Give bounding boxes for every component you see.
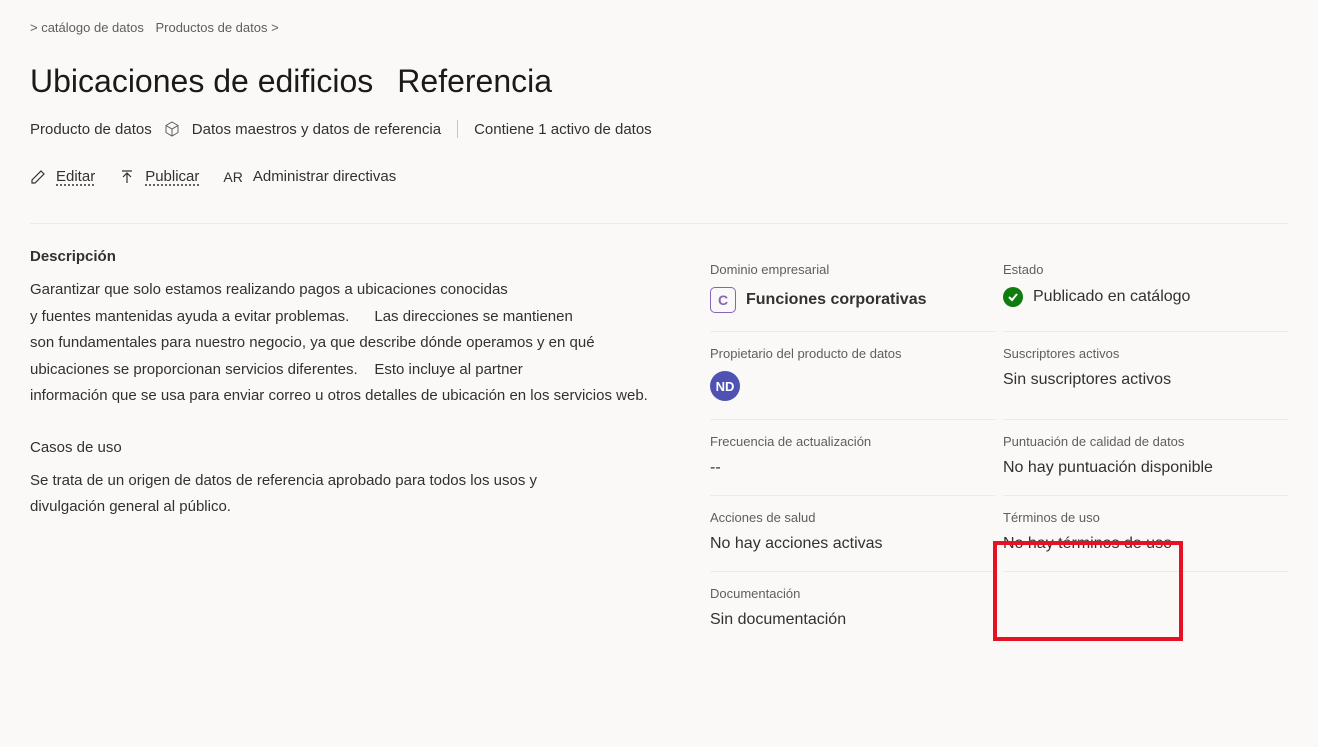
ar-badge: AR xyxy=(223,169,242,185)
info-health-value: No hay acciones activas xyxy=(710,535,995,553)
edit-label: Editar xyxy=(56,168,95,185)
info-owner-label: Propietario del producto de datos xyxy=(710,346,995,361)
pencil-icon xyxy=(30,169,46,185)
info-health: Acciones de salud No hay acciones activa… xyxy=(710,496,995,572)
page-subtitle: Referencia xyxy=(397,63,552,100)
info-status: Estado Publicado en catálogo xyxy=(1003,248,1288,332)
info-docs-label: Documentación xyxy=(710,586,995,601)
info-subscribers-label: Suscriptores activos xyxy=(1003,346,1288,361)
info-terms-value: No hay términos de uso xyxy=(1003,535,1288,553)
breadcrumb-products[interactable]: Productos de datos > xyxy=(155,20,278,35)
usecases-text: Se trata de un origen de datos de refere… xyxy=(30,468,670,520)
meta-category: Datos maestros y datos de referencia xyxy=(192,121,441,138)
info-owner: Propietario del producto de datos ND xyxy=(710,332,995,420)
info-domain-value: Funciones corporativas xyxy=(746,291,927,309)
manage-policies-button[interactable]: AR Administrar directivas xyxy=(223,168,396,185)
divider-line xyxy=(30,223,1288,224)
meta-type: Producto de datos xyxy=(30,121,152,138)
info-subscribers-value: Sin suscriptores activos xyxy=(1003,371,1288,389)
page-title: Ubicaciones de edificios xyxy=(30,63,373,100)
info-frequency: Frecuencia de actualización -- xyxy=(710,420,995,496)
info-frequency-value: -- xyxy=(710,459,995,477)
manage-label: Administrar directivas xyxy=(253,168,396,185)
cube-icon xyxy=(164,121,180,137)
publish-button[interactable]: Publicar xyxy=(119,168,199,185)
meta-row: Producto de datos Datos maestros y datos… xyxy=(30,120,1288,138)
info-terms: Términos de uso No hay términos de uso xyxy=(1003,496,1288,572)
info-health-label: Acciones de salud xyxy=(710,510,995,525)
info-subscribers: Suscriptores activos Sin suscriptores ac… xyxy=(1003,332,1288,420)
breadcrumb[interactable]: > catálogo de datos Productos de datos > xyxy=(30,20,1288,35)
info-docs: Documentación Sin documentación xyxy=(710,572,995,647)
usecases-heading: Casos de uso xyxy=(30,439,670,456)
avatar[interactable]: ND xyxy=(710,371,740,401)
info-status-label: Estado xyxy=(1003,262,1288,277)
publish-label: Publicar xyxy=(145,168,199,185)
info-frequency-label: Frecuencia de actualización xyxy=(710,434,995,449)
meta-divider xyxy=(457,120,458,138)
info-domain-label: Dominio empresarial xyxy=(710,262,995,277)
info-terms-label: Términos de uso xyxy=(1003,510,1288,525)
breadcrumb-catalog[interactable]: > catálogo de datos xyxy=(30,20,144,35)
info-quality: Puntuación de calidad de datos No hay pu… xyxy=(1003,420,1288,496)
info-status-value: Publicado en catálogo xyxy=(1033,288,1190,306)
arrow-up-icon xyxy=(119,169,135,185)
check-circle-icon xyxy=(1003,287,1023,307)
meta-assets: Contiene 1 activo de datos xyxy=(474,121,652,138)
info-domain: Dominio empresarial C Funciones corporat… xyxy=(710,248,995,332)
edit-button[interactable]: Editar xyxy=(30,168,95,185)
description-heading: Descripción xyxy=(30,248,670,265)
domain-badge-icon: C xyxy=(710,287,736,313)
info-quality-value: No hay puntuación disponible xyxy=(1003,459,1288,477)
info-quality-label: Puntuación de calidad de datos xyxy=(1003,434,1288,449)
info-docs-value: Sin documentación xyxy=(710,611,995,629)
description-text: Garantizar que solo estamos realizando p… xyxy=(30,277,670,409)
